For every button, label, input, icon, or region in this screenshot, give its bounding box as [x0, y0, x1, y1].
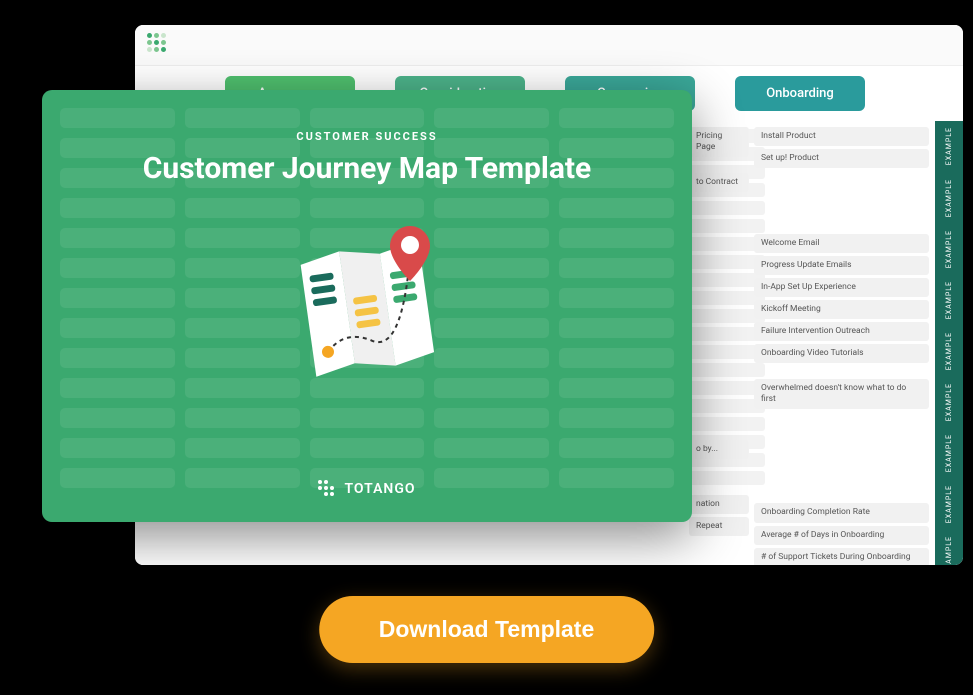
cell-completion: Onboarding Completion Rate [754, 503, 929, 522]
cell-kickoff: Kickoff Meeting [754, 300, 929, 319]
cell-pricing-page: Pricing Page [689, 127, 749, 157]
example-label: EXAMPLE [945, 281, 953, 319]
cover-title: Customer Journey Map Template [143, 151, 592, 186]
example-strip: EXAMPLE EXAMPLE EXAMPLE EXAMPLE EXAMPLE … [935, 121, 963, 565]
example-label: EXAMPLE [945, 485, 953, 523]
conversion-column: Pricing Page to Contract o by... nation … [689, 121, 749, 542]
cell-install: Install Product [754, 127, 929, 146]
example-label: EXAMPLE [945, 230, 953, 268]
map-icon [272, 206, 462, 386]
cell-contract: to Contract [689, 173, 749, 192]
cover-eyebrow: CUSTOMER SUCCESS [296, 130, 437, 143]
onboarding-column: Install Product Set up! Product Welcome … [754, 121, 929, 565]
cell-conv-m1: o by... [689, 440, 749, 459]
cell-avgdays: Average # of Days in Onboarding [754, 526, 929, 545]
example-label: EXAMPLE [945, 536, 953, 565]
example-label: EXAMPLE [945, 383, 953, 421]
example-label: EXAMPLE [945, 332, 953, 370]
brand-name: TOTANGO [344, 481, 415, 497]
totango-logo-icon [147, 33, 171, 57]
cell-setup: Set up! Product [754, 149, 929, 168]
cover-card: CUSTOMER SUCCESS Customer Journey Map Te… [42, 90, 692, 522]
example-label: EXAMPLE [945, 127, 953, 165]
cell-conv-m3: Repeat [689, 517, 749, 536]
cell-tutorials: Onboarding Video Tutorials [754, 344, 929, 363]
sheet-header [135, 25, 963, 66]
cell-conv-m2: nation [689, 495, 749, 514]
download-template-button[interactable]: Download Template [319, 596, 655, 663]
cell-tickets: # of Support Tickets During Onboarding [754, 548, 929, 565]
cell-overwhelmed: Overwhelmed doesn't know what to do firs… [754, 379, 929, 409]
cell-welcome: Welcome Email [754, 234, 929, 253]
example-label: EXAMPLE [945, 179, 953, 217]
cell-progress: Progress Update Emails [754, 256, 929, 275]
cell-inapp: In-App Set Up Experience [754, 278, 929, 297]
tab-onboarding[interactable]: Onboarding [735, 76, 865, 111]
brand-row: TOTANGO [318, 480, 415, 498]
totango-logo-icon [318, 480, 336, 498]
cell-failure: Failure Intervention Outreach [754, 322, 929, 341]
example-label: EXAMPLE [945, 434, 953, 472]
